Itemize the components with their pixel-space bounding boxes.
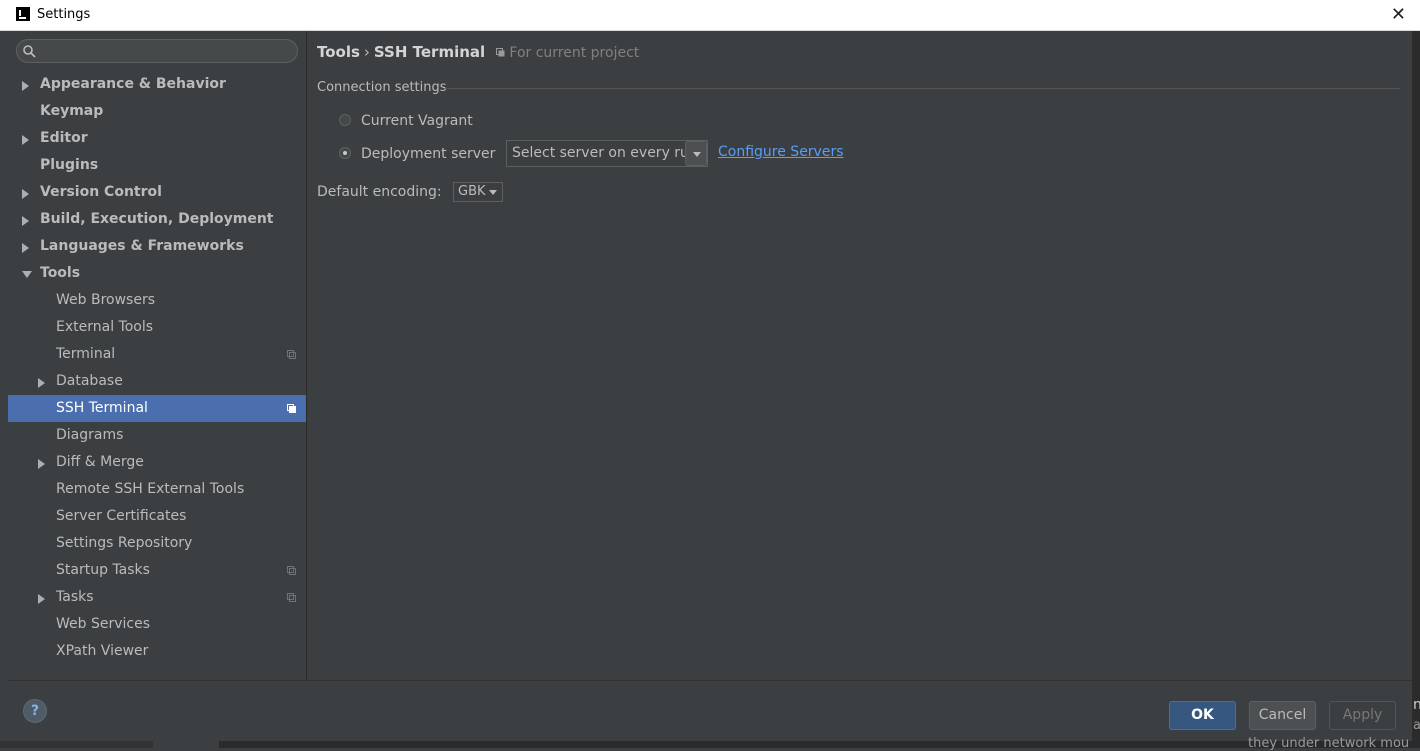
sidebar-item-label: Languages & Frameworks	[40, 238, 244, 254]
scope-label: For current project	[509, 45, 640, 61]
intellij-app-icon	[16, 7, 30, 21]
sidebar-item-label: Web Services	[56, 616, 151, 632]
sidebar-item-label: External Tools	[56, 319, 154, 335]
help-button[interactable]: ?	[23, 699, 47, 723]
expanded-arrow-icon[interactable]	[22, 271, 32, 278]
settings-sidebar: Appearance & Behavior Keymap Editor Plugins…	[8, 31, 307, 680]
sidebar-item-build-execution-deployment[interactable]: Build, Execution, Deployment	[8, 206, 306, 233]
project-scope-icon	[287, 350, 296, 359]
collapsed-arrow-icon[interactable]	[22, 135, 29, 145]
sidebar-item-label: Keymap	[40, 103, 104, 119]
collapsed-arrow-icon[interactable]	[38, 594, 45, 604]
project-scope-icon	[287, 566, 296, 575]
settings-dialog: Appearance & Behavior Keymap Editor Plugins…	[8, 31, 1412, 741]
radio-button-deployment[interactable]	[339, 147, 351, 159]
encoding-dropdown[interactable]: GBK	[453, 182, 503, 202]
sidebar-item-label: Database	[56, 373, 123, 389]
sidebar-item-label: Startup Tasks	[56, 562, 150, 578]
background-window-edge	[1412, 31, 1420, 748]
settings-tree: Appearance & Behavior Keymap Editor Plugins…	[8, 71, 306, 665]
sidebar-item-web-browsers[interactable]: Web Browsers	[8, 287, 306, 314]
breadcrumb-parent[interactable]: Tools	[317, 43, 360, 61]
cancel-button[interactable]: Cancel	[1249, 701, 1316, 730]
window-titlebar: Settings ✕	[0, 0, 1420, 31]
group-divider	[445, 88, 1400, 89]
project-scope-icon	[495, 48, 505, 57]
sidebar-item-external-tools[interactable]: External Tools	[8, 314, 306, 341]
sidebar-item-label: Tools	[40, 265, 81, 281]
close-window-button[interactable]: ✕	[1391, 4, 1406, 25]
sidebar-item-label: Server Certificates	[56, 508, 187, 524]
encoding-value: GBK	[458, 184, 486, 199]
sidebar-item-appearance-behavior[interactable]: Appearance & Behavior	[8, 71, 306, 98]
sidebar-item-xpath-viewer[interactable]: XPath Viewer	[8, 638, 306, 665]
sidebar-item-label: Settings Repository	[56, 535, 193, 551]
server-select-value: Select server on every run	[512, 145, 698, 161]
radio-label-deployment: Deployment server	[361, 146, 496, 162]
settings-search-input[interactable]	[41, 42, 295, 62]
collapsed-arrow-icon[interactable]	[38, 378, 45, 388]
sidebar-item-label: Editor	[40, 130, 88, 146]
sidebar-item-label: Plugins	[40, 157, 99, 173]
background-panel	[0, 741, 153, 748]
sidebar-item-label: Terminal	[56, 346, 116, 362]
window-title: Settings	[37, 7, 91, 22]
sidebar-item-database[interactable]: Database	[8, 368, 306, 395]
chevron-down-icon[interactable]	[685, 141, 707, 166]
dialog-button-bar: ? OK Cancel Apply	[8, 680, 1412, 742]
breadcrumb-current: SSH Terminal	[373, 43, 486, 61]
background-text: they under network mou	[1248, 736, 1410, 751]
sidebar-item-version-control[interactable]: Version Control	[8, 179, 306, 206]
background-text: a	[1413, 718, 1420, 733]
project-scope-icon	[287, 404, 296, 413]
collapsed-arrow-icon[interactable]	[22, 216, 29, 226]
collapsed-arrow-icon[interactable]	[22, 243, 29, 253]
connection-settings-title: Connection settings	[317, 80, 447, 95]
background-panel-2	[153, 741, 219, 748]
default-encoding-label: Default encoding:	[317, 184, 442, 200]
sidebar-item-web-services[interactable]: Web Services	[8, 611, 306, 638]
project-scope-icon	[287, 593, 296, 602]
sidebar-item-editor[interactable]: Editor	[8, 125, 306, 152]
collapsed-arrow-icon[interactable]	[38, 459, 45, 469]
sidebar-item-label: Tasks	[56, 589, 94, 605]
sidebar-item-label: Diagrams	[56, 427, 124, 443]
sidebar-item-label: Build, Execution, Deployment	[40, 211, 274, 227]
configure-servers-link[interactable]: Configure Servers	[718, 144, 844, 160]
sidebar-item-label: Diff & Merge	[56, 454, 144, 470]
radio-button-vagrant[interactable]	[339, 114, 351, 126]
sidebar-item-terminal[interactable]: Terminal	[8, 341, 306, 368]
sidebar-item-diff-merge[interactable]: Diff & Merge	[8, 449, 306, 476]
collapsed-arrow-icon[interactable]	[22, 189, 29, 199]
sidebar-item-keymap[interactable]: Keymap	[8, 98, 306, 125]
breadcrumb: Tools › SSH Terminal For current project	[317, 43, 639, 61]
sidebar-item-startup-tasks[interactable]: Startup Tasks	[8, 557, 306, 584]
sidebar-item-label: Remote SSH External Tools	[56, 481, 245, 497]
collapsed-arrow-icon[interactable]	[22, 81, 29, 91]
radio-label-vagrant: Current Vagrant	[361, 113, 473, 129]
sidebar-item-settings-repository[interactable]: Settings Repository	[8, 530, 306, 557]
sidebar-item-tools[interactable]: Tools	[8, 260, 306, 287]
sidebar-item-remote-ssh-external-tools[interactable]: Remote SSH External Tools	[8, 476, 306, 503]
apply-button[interactable]: Apply	[1329, 701, 1396, 730]
background-text: n	[1413, 697, 1420, 713]
sidebar-item-label: SSH Terminal	[56, 400, 148, 416]
sidebar-item-server-certificates[interactable]: Server Certificates	[8, 503, 306, 530]
sidebar-item-plugins[interactable]: Plugins	[8, 152, 306, 179]
sidebar-item-label: Version Control	[40, 184, 162, 200]
sidebar-item-ssh-terminal[interactable]: SSH Terminal	[8, 395, 306, 422]
server-select-dropdown[interactable]: Select server on every run	[506, 140, 708, 167]
settings-content: Tools › SSH Terminal For current project C…	[317, 31, 1412, 680]
sidebar-item-languages-frameworks[interactable]: Languages & Frameworks	[8, 233, 306, 260]
sidebar-item-label: Web Browsers	[56, 292, 155, 308]
sidebar-item-label: XPath Viewer	[56, 643, 149, 659]
sidebar-item-label: Appearance & Behavior	[40, 76, 226, 92]
breadcrumb-separator: ›	[363, 43, 370, 61]
search-icon	[23, 45, 36, 58]
scope-indicator: For current project	[495, 45, 640, 61]
ok-button[interactable]: OK	[1169, 701, 1236, 730]
sidebar-item-diagrams[interactable]: Diagrams	[8, 422, 306, 449]
sidebar-item-tasks[interactable]: Tasks	[8, 584, 306, 611]
settings-search-box[interactable]	[16, 39, 298, 63]
